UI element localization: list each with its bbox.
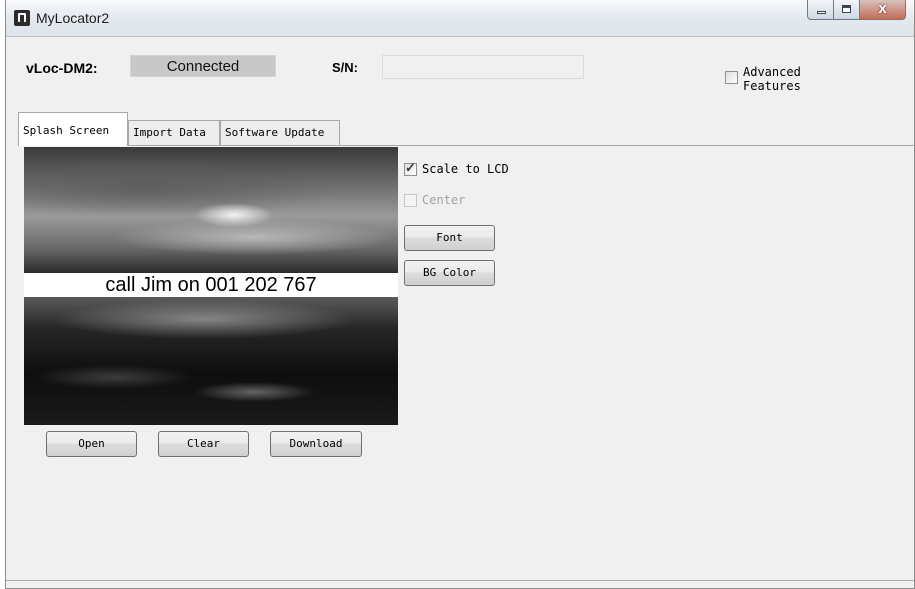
scale-to-lcd-label[interactable]: Scale to LCD [422,162,509,176]
tab-import-data[interactable]: Import Data [128,120,220,145]
tab-splash-screen[interactable]: Splash Screen [18,112,128,146]
connection-status: Connected [130,55,276,77]
splash-image-water [24,297,398,425]
clear-button[interactable]: Clear [158,431,249,457]
font-button[interactable]: Font [404,225,495,251]
minimize-button[interactable] [807,0,834,20]
center-label: Center [422,193,466,207]
close-icon: x [878,0,887,17]
serial-number-field [382,55,584,79]
bg-color-button[interactable]: BG Color [404,260,495,286]
splash-image-sky [24,147,398,273]
app-icon [14,10,30,26]
serial-number-label: S/N: [332,60,358,75]
device-label: vLoc-DM2: [26,60,98,76]
window-title: MyLocator2 [36,10,110,26]
advanced-features-label-line1: Advanced [743,65,801,79]
advanced-features-label-line2: Features [743,79,801,93]
tab-panel-border [18,145,914,146]
maximize-icon [842,5,851,13]
advanced-features-label[interactable]: Advanced Features [743,65,801,93]
center-checkbox [404,194,417,207]
tab-panel-bottom-border [6,580,914,581]
splash-preview: call Jim on 001 202 767 [24,147,398,425]
download-button[interactable]: Download [270,431,362,457]
minimize-icon [817,11,826,14]
maximize-button[interactable] [834,0,860,20]
open-button[interactable]: Open [46,431,137,457]
caption-buttons: x [807,0,906,20]
splash-banner-text: call Jim on 001 202 767 [24,273,398,297]
main-window: MyLocator2 x vLoc-DM2: Connected S/N: Ad… [5,0,915,589]
tab-software-update[interactable]: Software Update [220,120,340,145]
scale-to-lcd-checkbox[interactable] [404,160,417,176]
advanced-features-checkbox[interactable] [725,71,738,84]
title-bar[interactable]: MyLocator2 x [6,0,914,37]
close-button[interactable]: x [860,0,906,20]
